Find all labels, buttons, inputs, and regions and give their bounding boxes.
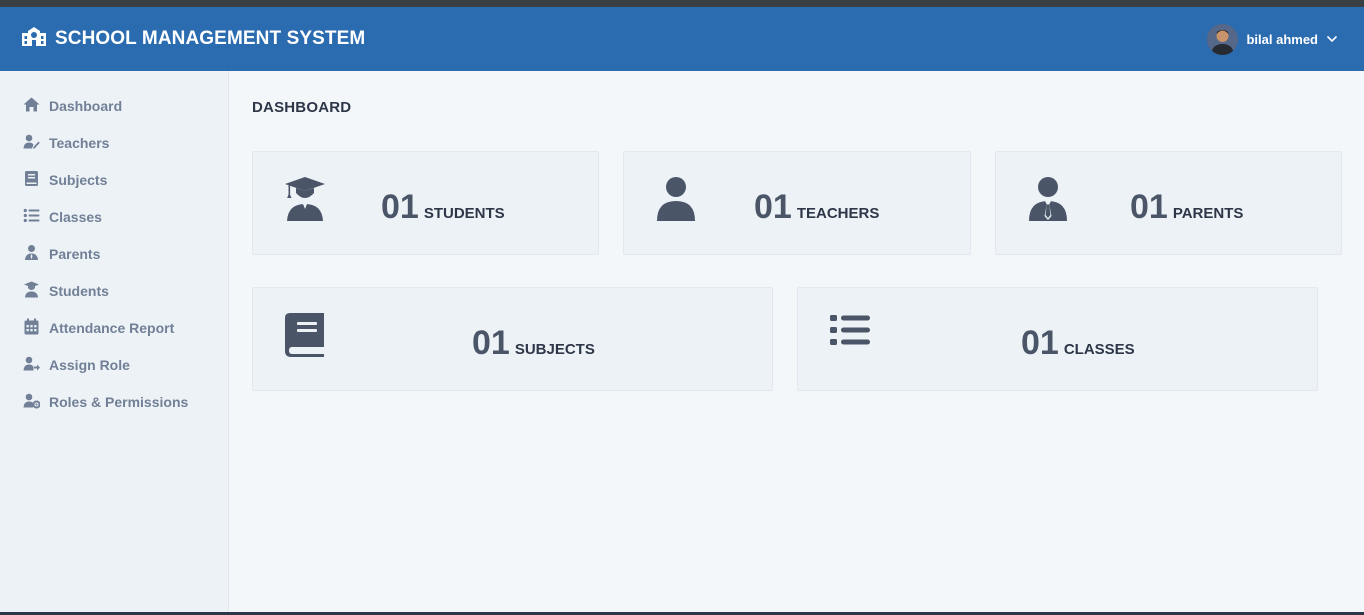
user-name: bilal ahmed (1246, 31, 1318, 47)
page-title: DASHBOARD (252, 99, 352, 116)
stat-students: 01 STUDENTS (381, 188, 505, 227)
stat-count: 01 (1130, 188, 1168, 226)
sidebar-item-label: Attendance Report (49, 319, 175, 336)
stat-label: PARENTS (1172, 205, 1244, 222)
user-tie-icon (1027, 176, 1069, 222)
sidebar-item-label: Parents (49, 245, 101, 262)
calendar-icon (23, 318, 40, 338)
stat-count: 01 (1021, 324, 1059, 362)
graduate-icon (284, 176, 326, 222)
brand-link[interactable]: SCHOOL MANAGEMENT SYSTEM (22, 27, 365, 51)
sidebar-item-students[interactable]: Students (0, 272, 228, 309)
sidebar-item-label: Dashboard (49, 97, 123, 114)
window-top-strip (0, 0, 1364, 7)
stat-teachers: 01 TEACHERS (754, 188, 879, 227)
stat-count: 01 (754, 188, 792, 226)
stat-parents: 01 PARENTS (1130, 188, 1243, 227)
user-icon (655, 176, 697, 222)
stat-label: SUBJECTS (514, 341, 595, 358)
sidebar-item-classes[interactable]: Classes (0, 198, 228, 235)
book-icon (23, 170, 40, 190)
sidebar-item-label: Teachers (49, 134, 110, 151)
sidebar-item-label: Subjects (49, 171, 108, 188)
avatar (1207, 23, 1239, 55)
sidebar-item-roles-permissions[interactable]: Roles & Permissions (0, 383, 228, 420)
stat-label: STUDENTS (423, 205, 505, 222)
home-icon (23, 96, 40, 116)
navbar: SCHOOL MANAGEMENT SYSTEM bilal ahmed (0, 7, 1364, 71)
sidebar-item-teachers[interactable]: Teachers (0, 124, 228, 161)
stat-label: CLASSES (1063, 341, 1135, 358)
stat-classes: 01 CLASSES (1021, 324, 1135, 363)
card-subjects[interactable]: 01 SUBJECTS (252, 287, 773, 391)
chevron-down-icon (1326, 30, 1338, 48)
sidebar-item-label: Classes (49, 208, 102, 225)
sidebar-item-dashboard[interactable]: Dashboard (0, 87, 228, 124)
main-content: DASHBOARD 01 STUDENTS 01 TEACHERS 01 PAR… (229, 71, 1364, 615)
student-icon (23, 281, 40, 301)
card-teachers[interactable]: 01 TEACHERS (623, 151, 971, 255)
sidebar-item-label: Students (49, 282, 109, 299)
sidebar-item-assign-role[interactable]: Assign Role (0, 346, 228, 383)
sidebar-item-attendance-report[interactable]: Attendance Report (0, 309, 228, 346)
app-title: SCHOOL MANAGEMENT SYSTEM (55, 28, 366, 49)
list-icon (829, 314, 871, 360)
sidebar-item-parents[interactable]: Parents (0, 235, 228, 272)
sidebar-item-label: Assign Role (49, 356, 130, 373)
sidebar-item-subjects[interactable]: Subjects (0, 161, 228, 198)
book-icon (284, 312, 326, 358)
stat-label: TEACHERS (796, 205, 880, 222)
teacher-icon (23, 133, 40, 153)
user-menu[interactable]: bilal ahmed (1207, 23, 1342, 55)
stat-subjects: 01 SUBJECTS (472, 324, 595, 363)
card-parents[interactable]: 01 PARENTS (995, 151, 1342, 255)
user-arrow-icon (23, 355, 40, 375)
sidebar-item-label: Roles & Permissions (49, 393, 189, 410)
sidebar: Dashboard Teachers Subjects Classes Pare… (0, 71, 229, 615)
list-icon (23, 207, 40, 227)
card-students[interactable]: 01 STUDENTS (252, 151, 599, 255)
parent-icon (23, 244, 40, 264)
school-icon (22, 27, 46, 51)
stat-count: 01 (381, 188, 419, 226)
card-classes[interactable]: 01 CLASSES (797, 287, 1318, 391)
stat-count: 01 (472, 324, 510, 362)
user-gear-icon (23, 392, 41, 412)
